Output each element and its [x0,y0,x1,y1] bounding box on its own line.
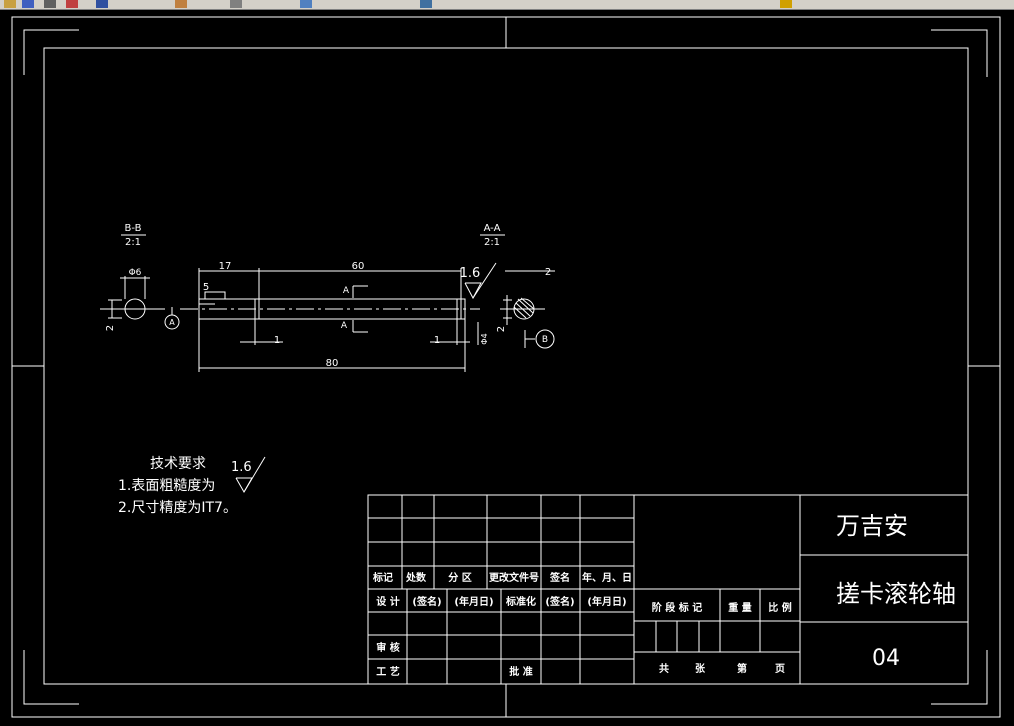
svg-text:设 计: 设 计 [376,595,399,608]
svg-text:标准化: 标准化 [505,595,536,608]
svg-text:80: 80 [326,358,339,369]
save-icon[interactable] [22,0,34,8]
svg-text:张: 张 [695,662,706,675]
designer-name: 万吉安 [836,512,908,540]
shaft-drawing [100,262,555,372]
svg-text:技术要求: 技术要求 [150,456,206,472]
svg-text:Φ4: Φ4 [480,333,489,344]
svg-text:签名: 签名 [549,571,570,584]
svg-text:B: B [542,335,548,345]
title-block-main: 万吉安 搓卡滚轮轴 04 [836,512,956,671]
svg-text:2:1: 2:1 [484,237,500,248]
cad-drawing: B-B 2:1 A-A 2:1 Φ6 17 60 1.6 2 5 2 1 1 8… [11,16,1001,718]
svg-text:工 艺: 工 艺 [376,665,399,678]
svg-text:(签名): (签名) [545,595,574,608]
svg-text:1: 1 [274,335,280,346]
svg-text:分 区: 分 区 [448,571,471,584]
svg-text:共: 共 [659,662,669,675]
svg-text:2.尺寸精度为IT7。: 2.尺寸精度为IT7。 [118,500,237,516]
svg-text:A: A [169,318,175,327]
pan-icon[interactable] [230,0,242,8]
svg-text:处数: 处数 [405,571,427,584]
undo-icon[interactable] [66,0,78,8]
svg-text:Φ6: Φ6 [129,268,142,278]
svg-text:批 准: 批 准 [509,665,532,678]
cad-toolbar [0,0,1014,10]
svg-text:(年月日): (年月日) [454,595,493,608]
section-label-aa: A-A 2:1 [480,223,505,248]
svg-text:A-A: A-A [484,223,501,234]
color-icon[interactable] [780,0,792,8]
svg-text:1.表面粗糙度为: 1.表面粗糙度为 [118,478,215,494]
svg-text:5: 5 [203,282,209,293]
svg-text:重 量: 重 量 [728,601,751,614]
technical-requirements: 技术要求 1.6 1.表面粗糙度为 2.尺寸精度为IT7。 [118,456,266,516]
title-block-texts: 标记 处数 分 区 更改文件号 签名 年、月、日 设 计 (签名) (年月日) … [372,571,792,678]
drawing-number: 04 [872,646,900,671]
svg-text:1.6: 1.6 [460,266,481,281]
section-label-bb: B-B 2:1 [121,223,146,248]
svg-text:1.6: 1.6 [231,460,252,475]
svg-text:60: 60 [352,261,365,272]
svg-text:2: 2 [105,325,116,331]
svg-text:1: 1 [434,335,440,346]
svg-text:标记: 标记 [372,571,393,584]
svg-text:阶 段 标 记: 阶 段 标 记 [652,601,702,614]
svg-text:2: 2 [496,326,507,332]
svg-text:A: A [343,286,350,296]
zoom-icon[interactable] [175,0,187,8]
open-icon[interactable] [4,0,16,8]
svg-text:2: 2 [545,267,551,278]
svg-text:审 核: 审 核 [376,641,399,654]
drawing-canvas[interactable]: B-B 2:1 A-A 2:1 Φ6 17 60 1.6 2 5 2 1 1 8… [0,10,1014,722]
svg-text:2:1: 2:1 [125,237,141,248]
svg-text:(签名): (签名) [412,595,441,608]
layer-icon[interactable] [420,0,432,8]
svg-text:页: 页 [775,663,785,675]
svg-text:比 例: 比 例 [768,601,791,614]
properties-icon[interactable] [300,0,312,8]
svg-text:更改文件号: 更改文件号 [489,571,539,584]
svg-text:第: 第 [737,662,747,675]
svg-text:B-B: B-B [125,223,142,234]
print-icon[interactable] [44,0,56,8]
redo-icon[interactable] [96,0,108,8]
svg-text:A: A [341,321,348,331]
part-name: 搓卡滚轮轴 [836,580,956,608]
svg-text:年、月、日: 年、月、日 [582,571,632,584]
svg-text:(年月日): (年月日) [587,595,626,608]
svg-text:17: 17 [219,261,232,272]
